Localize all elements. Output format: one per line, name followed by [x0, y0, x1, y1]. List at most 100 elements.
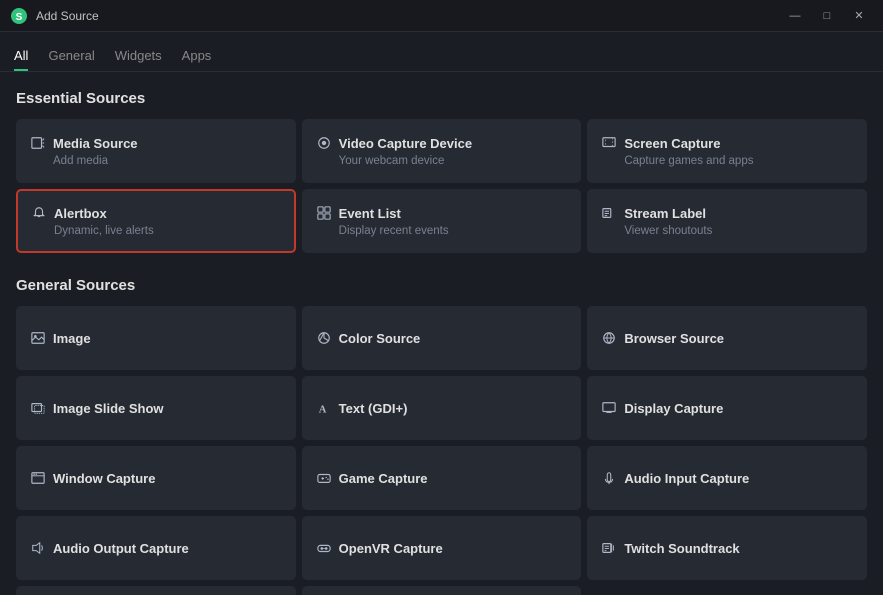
- source-card-screen-capture[interactable]: Screen Capture Capture games and apps: [587, 119, 867, 183]
- source-name: Audio Input Capture: [624, 471, 749, 486]
- maximize-button[interactable]: □: [813, 6, 841, 26]
- source-card-openvr[interactable]: OpenVR Capture: [302, 516, 582, 580]
- title-bar-title: Add Source: [36, 9, 99, 23]
- source-card-header: Display Capture: [602, 401, 852, 416]
- source-card-header: OpenVR Capture: [317, 541, 567, 556]
- source-name: Window Capture: [53, 471, 155, 486]
- game-icon: [317, 471, 331, 485]
- svg-text:A: A: [318, 404, 326, 415]
- source-name: Alertbox: [54, 206, 107, 221]
- vr-icon: [317, 541, 331, 555]
- title-bar: S Add Source — □ ✕: [0, 0, 883, 32]
- audio-input-icon: [602, 471, 616, 485]
- screen-icon: [602, 136, 616, 150]
- window-icon: [31, 471, 45, 485]
- source-card-header: Browser Source: [602, 331, 852, 346]
- main-content: Essential Sources Media Source Add media…: [0, 72, 883, 595]
- tab-all[interactable]: All: [14, 32, 28, 71]
- source-card-header: Twitch Soundtrack: [602, 541, 852, 556]
- soundtrack-icon: [602, 541, 616, 555]
- list-icon: [317, 206, 331, 220]
- source-name: Image: [53, 331, 91, 346]
- slideshow-icon: [31, 401, 45, 415]
- source-card-header: Alertbox: [32, 206, 280, 221]
- source-name: Browser Source: [624, 331, 724, 346]
- app-icon: S: [10, 7, 28, 25]
- general-section-title: General Sources: [16, 277, 867, 294]
- source-card-audio-output[interactable]: Audio Output Capture: [16, 516, 296, 580]
- source-card-header: Video Capture Device: [317, 136, 567, 151]
- source-name: Media Source: [53, 136, 138, 151]
- source-card-header: Audio Output Capture: [31, 541, 281, 556]
- source-card-image-slideshow[interactable]: Image Slide Show: [16, 376, 296, 440]
- text-icon: A: [317, 401, 331, 415]
- source-card-header: Color Source: [317, 331, 567, 346]
- source-card-video-capture[interactable]: Video Capture Device Your webcam device: [302, 119, 582, 183]
- source-card-event-list[interactable]: Event List Display recent events: [302, 189, 582, 253]
- image-icon: [31, 331, 45, 345]
- source-card-header: Stream Label: [602, 206, 852, 221]
- source-name: Image Slide Show: [53, 401, 164, 416]
- source-name: Game Capture: [339, 471, 428, 486]
- display-icon: [602, 401, 616, 415]
- title-bar-left: S Add Source: [10, 7, 99, 25]
- source-name: Text (GDI+): [339, 401, 408, 416]
- source-card-header: Audio Input Capture: [602, 471, 852, 486]
- svg-text:S: S: [16, 12, 23, 23]
- source-name: Audio Output Capture: [53, 541, 189, 556]
- video-icon: [317, 136, 331, 150]
- source-card-browser-source[interactable]: Browser Source: [587, 306, 867, 370]
- source-name: OpenVR Capture: [339, 541, 443, 556]
- source-card-instant-replay[interactable]: Instant Replay: [302, 586, 582, 595]
- label-icon: [602, 206, 616, 220]
- source-card-audio-input[interactable]: Audio Input Capture: [587, 446, 867, 510]
- source-card-header: Image Slide Show: [31, 401, 281, 416]
- source-desc: Display recent events: [339, 225, 567, 237]
- source-card-display-capture[interactable]: Display Capture: [587, 376, 867, 440]
- source-card-header: Window Capture: [31, 471, 281, 486]
- media-icon: [31, 136, 45, 150]
- source-card-game-capture[interactable]: Game Capture: [302, 446, 582, 510]
- close-button[interactable]: ✕: [845, 6, 873, 26]
- source-card-scene[interactable]: Scene: [16, 586, 296, 595]
- general-section: General Sources Image Color Source: [16, 277, 867, 595]
- essential-section: Essential Sources Media Source Add media…: [16, 90, 867, 253]
- source-name: Screen Capture: [624, 136, 720, 151]
- source-card-header: Media Source: [31, 136, 281, 151]
- general-grid: Image Color Source Browser Source: [16, 306, 867, 595]
- tab-widgets[interactable]: Widgets: [115, 32, 162, 71]
- source-card-window-capture[interactable]: Window Capture: [16, 446, 296, 510]
- source-name: Video Capture Device: [339, 136, 472, 151]
- source-card-header: Screen Capture: [602, 136, 852, 151]
- source-name: Color Source: [339, 331, 421, 346]
- title-bar-controls: — □ ✕: [781, 6, 873, 26]
- source-card-stream-label[interactable]: Stream Label Viewer shoutouts: [587, 189, 867, 253]
- source-card-image[interactable]: Image: [16, 306, 296, 370]
- source-card-header: A Text (GDI+): [317, 401, 567, 416]
- source-desc: Add media: [53, 155, 281, 167]
- nav-tabs: All General Widgets Apps: [0, 32, 883, 72]
- browser-icon: [602, 331, 616, 345]
- source-desc: Your webcam device: [339, 155, 567, 167]
- tab-apps[interactable]: Apps: [182, 32, 212, 71]
- source-card-alertbox[interactable]: Alertbox Dynamic, live alerts: [16, 189, 296, 253]
- essential-grid: Media Source Add media Video Capture Dev…: [16, 119, 867, 253]
- source-card-header: Event List: [317, 206, 567, 221]
- source-name: Event List: [339, 206, 401, 221]
- source-card-twitch-soundtrack[interactable]: Twitch Soundtrack: [587, 516, 867, 580]
- color-icon: [317, 331, 331, 345]
- source-name: Stream Label: [624, 206, 706, 221]
- tab-general[interactable]: General: [48, 32, 94, 71]
- source-name: Twitch Soundtrack: [624, 541, 739, 556]
- essential-section-title: Essential Sources: [16, 90, 867, 107]
- minimize-button[interactable]: —: [781, 6, 809, 26]
- source-card-media-source[interactable]: Media Source Add media: [16, 119, 296, 183]
- source-card-text-gdi[interactable]: A Text (GDI+): [302, 376, 582, 440]
- source-desc: Viewer shoutouts: [624, 225, 852, 237]
- audio-output-icon: [31, 541, 45, 555]
- source-desc: Dynamic, live alerts: [54, 225, 280, 237]
- source-card-color-source[interactable]: Color Source: [302, 306, 582, 370]
- bell-icon: [32, 206, 46, 220]
- source-card-header: Game Capture: [317, 471, 567, 486]
- source-card-header: Image: [31, 331, 281, 346]
